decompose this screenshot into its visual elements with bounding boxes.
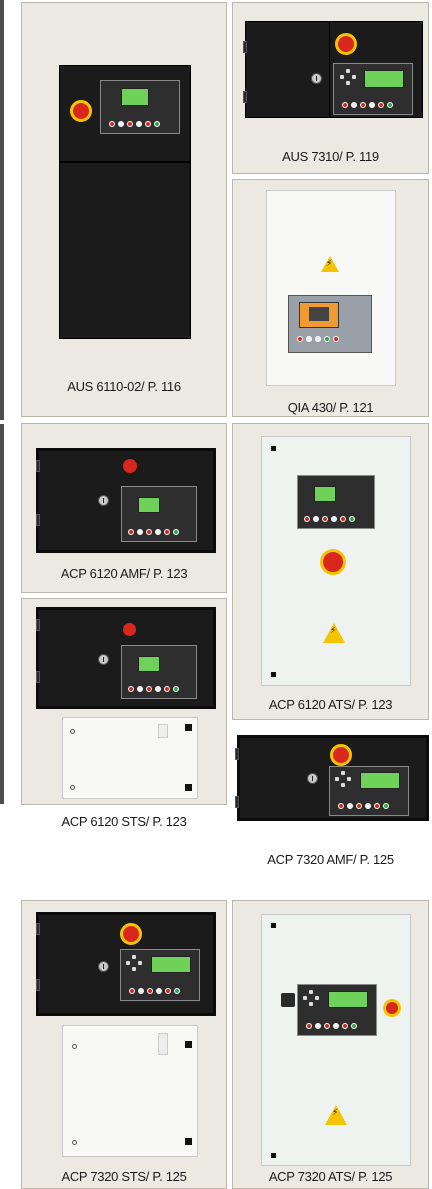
white-enclosure bbox=[266, 190, 396, 386]
door-lock-icon bbox=[98, 961, 109, 972]
controller-display-icon bbox=[120, 949, 200, 1001]
product-card-aus7310[interactable]: AUS 7310/ P. 119 bbox=[232, 2, 429, 174]
door-hinge bbox=[235, 748, 239, 760]
emergency-stop-icon bbox=[123, 623, 136, 636]
navigation-pad-icon bbox=[335, 771, 351, 787]
controller-buttons bbox=[109, 121, 160, 127]
emergency-stop-icon bbox=[123, 459, 137, 473]
emergency-stop-icon bbox=[330, 744, 352, 766]
door-hinge bbox=[243, 41, 247, 53]
controller-display-icon bbox=[329, 766, 409, 816]
rating-label bbox=[158, 724, 168, 738]
enclosure-bolt bbox=[271, 1153, 276, 1158]
navigation-pad-icon bbox=[340, 69, 356, 85]
white-enclosure bbox=[261, 914, 411, 1166]
product-card-acp7320sts[interactable]: ACP 7320 STS/ P. 125 bbox=[21, 900, 227, 1189]
product-card-acp7320ats[interactable]: ACP 7320 ATS/ P. 125 bbox=[232, 900, 429, 1189]
controller-display-icon bbox=[333, 63, 413, 115]
controller-display-icon bbox=[100, 80, 180, 134]
caption-acp6120amf: ACP 6120 AMF/ P. 123 bbox=[60, 566, 188, 581]
controller-buttons bbox=[338, 803, 389, 809]
navigation-pad-icon bbox=[303, 990, 319, 1006]
controller-display-icon bbox=[297, 984, 377, 1036]
emergency-stop-icon bbox=[120, 923, 142, 945]
controller-buttons bbox=[306, 1023, 357, 1029]
emergency-stop-icon bbox=[70, 100, 92, 122]
controller-buttons bbox=[129, 988, 180, 994]
controller-screen bbox=[360, 772, 400, 789]
controller-display-icon bbox=[288, 295, 372, 353]
controller-screen bbox=[138, 497, 160, 513]
controller-display-icon bbox=[121, 486, 197, 542]
navigation-pad-icon bbox=[126, 955, 142, 971]
warning-high-voltage-icon bbox=[325, 1105, 347, 1125]
page-edge-marker bbox=[0, 0, 4, 420]
controller-screen bbox=[151, 956, 191, 973]
enclosure-bolt bbox=[271, 672, 276, 677]
caption-aus6110: AUS 6110-02/ P. 116 bbox=[67, 379, 181, 394]
controller-display-icon bbox=[297, 475, 375, 529]
warning-high-voltage-icon bbox=[323, 623, 345, 643]
controller-screen bbox=[138, 656, 160, 672]
caption-qia430: QIA 430/ P. 121 bbox=[287, 400, 374, 415]
enclosure-bolt bbox=[185, 784, 192, 791]
door-lock-icon bbox=[98, 495, 109, 506]
warning-high-voltage-icon bbox=[321, 256, 339, 272]
emergency-stop-icon bbox=[383, 999, 401, 1017]
door-lock-icon bbox=[307, 773, 318, 784]
emergency-stop-icon bbox=[320, 549, 346, 575]
door-hinge bbox=[243, 91, 247, 103]
controller-buttons bbox=[342, 102, 393, 108]
caption-acp7320amf: ACP 7320 AMF/ P. 125 bbox=[267, 852, 394, 867]
controller-buttons bbox=[304, 516, 355, 522]
product-card-aus6110[interactable]: AUS 6110-02/ P. 116 bbox=[21, 2, 227, 417]
enclosure-screw bbox=[70, 785, 75, 790]
controller-display-icon bbox=[121, 645, 197, 699]
controller-screen bbox=[121, 88, 149, 106]
inner-display bbox=[309, 307, 329, 321]
door-hinge bbox=[36, 460, 40, 472]
controller-buttons bbox=[297, 336, 339, 342]
door-hinge bbox=[36, 619, 40, 631]
controller-screen bbox=[364, 70, 404, 88]
door-hinge bbox=[36, 979, 40, 991]
product-card-acp6120amf[interactable]: ACP 6120 AMF/ P. 123 bbox=[21, 423, 227, 593]
door-hinge bbox=[36, 671, 40, 683]
enclosure-screw bbox=[72, 1140, 77, 1145]
caption-acp6120sts: ACP 6120 STS/ P. 123 bbox=[61, 814, 187, 829]
white-enclosure bbox=[62, 1025, 198, 1157]
door-lock-icon bbox=[311, 73, 322, 84]
enclosure-screw bbox=[72, 1044, 77, 1049]
enclosure-bolt bbox=[185, 1041, 192, 1048]
controller-buttons bbox=[128, 529, 179, 535]
product-card-qia430[interactable]: QIA 430/ P. 121 bbox=[232, 179, 429, 417]
door-lock-icon bbox=[98, 654, 109, 665]
controller-screen bbox=[328, 991, 368, 1008]
door-split bbox=[329, 21, 330, 118]
page-edge-marker bbox=[0, 424, 4, 804]
emergency-stop-icon bbox=[335, 33, 357, 55]
white-enclosure bbox=[62, 717, 198, 799]
controller-buttons bbox=[128, 686, 179, 692]
caption-acp7320ats: ACP 7320 ATS/ P. 125 bbox=[268, 1169, 393, 1184]
product-card-acp6120sts[interactable]: ACP 6120 STS/ P. 123 bbox=[21, 598, 227, 805]
enclosure-bolt bbox=[185, 1138, 192, 1145]
rating-label bbox=[158, 1033, 168, 1055]
selector-switch bbox=[281, 993, 295, 1007]
door-hinge bbox=[36, 514, 40, 526]
caption-aus7310: AUS 7310/ P. 119 bbox=[282, 149, 379, 164]
controller-screen bbox=[314, 486, 336, 502]
door-hinge bbox=[36, 923, 40, 935]
cabinet-divider bbox=[59, 161, 191, 163]
enclosure-bolt bbox=[271, 923, 276, 928]
door-hinge bbox=[235, 796, 239, 808]
caption-acp7320sts: ACP 7320 STS/ P. 125 bbox=[61, 1169, 187, 1184]
enclosure-bolt bbox=[271, 446, 276, 451]
caption-acp6120ats: ACP 6120 ATS/ P. 123 bbox=[268, 697, 393, 712]
enclosure-screw bbox=[70, 729, 75, 734]
enclosure-bolt bbox=[185, 724, 192, 731]
product-card-acp6120ats[interactable]: ACP 6120 ATS/ P. 123 bbox=[232, 423, 429, 720]
